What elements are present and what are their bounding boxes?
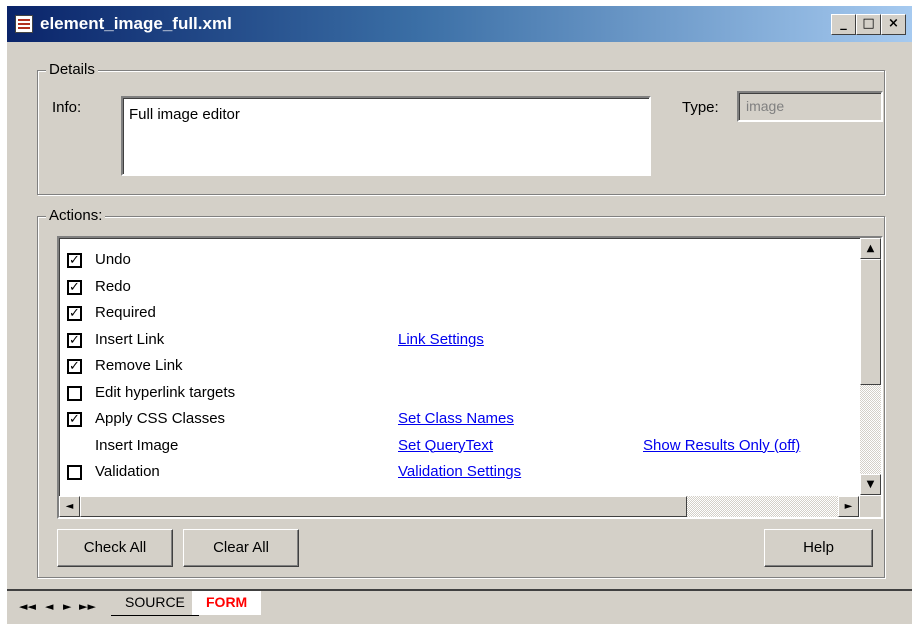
scroll-right-button[interactable]: ► (838, 496, 859, 517)
info-value: Full image editor (129, 106, 240, 123)
scroll-left-button[interactable]: ◄ (59, 496, 80, 517)
action-settings-link[interactable]: Set Class Names (398, 410, 514, 427)
title-bar: element_image_full.xml _ □ × (7, 6, 912, 42)
horizontal-scroll-thumb[interactable] (80, 496, 687, 517)
action-checkbox[interactable]: ✓ (67, 332, 82, 348)
vertical-scroll-thumb[interactable] (860, 259, 881, 385)
action-settings-link[interactable]: Link Settings (398, 331, 484, 348)
minimize-button[interactable]: _ (831, 14, 856, 35)
info-label: Info: (52, 99, 82, 116)
next-sheet-icon[interactable]: ► (63, 600, 71, 613)
tab-form[interactable]: FORM (192, 591, 262, 615)
action-settings-link[interactable]: Set QueryText (398, 437, 493, 454)
type-label: Type: (682, 99, 719, 116)
vertical-scrollbar[interactable]: ▲ ▼ (860, 238, 881, 495)
help-button[interactable]: Help (764, 529, 873, 567)
xml-file-icon (15, 15, 33, 33)
action-extra-link[interactable]: Show Results Only (off) (643, 437, 800, 454)
action-checkbox[interactable]: ✓ (67, 279, 82, 295)
editor-window: element_image_full.xml _ □ × Details Inf… (5, 4, 912, 624)
action-checkbox[interactable]: ✓ (67, 306, 82, 321)
action-label: Redo (95, 277, 131, 295)
first-sheet-icon[interactable]: ◄◄ (19, 600, 36, 613)
action-row: ✓ Required (65, 301, 845, 327)
action-checkbox[interactable] (67, 465, 82, 480)
last-sheet-icon[interactable]: ►► (79, 600, 96, 613)
action-checkbox[interactable]: ✓ (67, 359, 82, 374)
sheet-tab-bar: ◄◄ ◄ ► ►► SOURCE FORM (7, 589, 912, 624)
action-row: Validation Validation Settings (65, 460, 845, 486)
tab-source[interactable]: SOURCE (111, 591, 199, 616)
actions-legend: Actions: (46, 207, 106, 224)
action-row: Edit hyperlink targets (65, 381, 845, 407)
action-checkbox[interactable]: ✓ (67, 253, 82, 268)
scroll-down-button[interactable]: ▼ (860, 474, 881, 495)
check-all-button[interactable]: Check All (57, 529, 173, 567)
window-title: element_image_full.xml (40, 14, 232, 33)
info-textarea[interactable]: Full image editor (121, 96, 651, 176)
action-row: ✓ Undo (65, 248, 845, 274)
maximize-button[interactable]: □ (856, 14, 881, 35)
action-row: Insert Image Set QueryText Show Results On… (65, 434, 845, 460)
action-label: Validation (95, 463, 160, 480)
action-label: Remove Link (95, 357, 183, 374)
action-checkbox[interactable] (67, 385, 82, 401)
action-row: ✓ Remove Link (65, 354, 845, 380)
action-settings-link[interactable]: Validation Settings (398, 463, 521, 480)
action-label: Undo (95, 251, 131, 268)
action-row: ✓ Apply CSS Classes Set Class Names (65, 407, 845, 433)
action-label: Insert Image (95, 436, 179, 454)
action-row: ✓ Insert Link Link Settings (65, 328, 845, 354)
action-label: Edit hyperlink targets (95, 383, 236, 401)
action-checkbox[interactable]: ✓ (67, 412, 82, 427)
horizontal-scrollbar[interactable]: ◄ ► (59, 496, 859, 517)
scroll-up-button[interactable]: ▲ (860, 238, 881, 259)
action-label: Insert Link (95, 330, 165, 348)
action-row: ✓ Redo (65, 275, 845, 301)
type-field: image (737, 91, 883, 122)
action-label: Required (95, 304, 156, 321)
type-value: image (746, 98, 785, 114)
action-label: Apply CSS Classes (95, 410, 226, 427)
clear-all-button[interactable]: Clear All (183, 529, 299, 567)
details-legend: Details (46, 61, 98, 78)
actions-list[interactable]: ✓ Undo ✓ Redo ✓ Required ✓ Insert Link Link Sett… (57, 236, 883, 519)
prev-sheet-icon[interactable]: ◄ (45, 600, 53, 613)
scrollbar-corner (860, 496, 881, 517)
close-button[interactable]: × (881, 14, 906, 35)
